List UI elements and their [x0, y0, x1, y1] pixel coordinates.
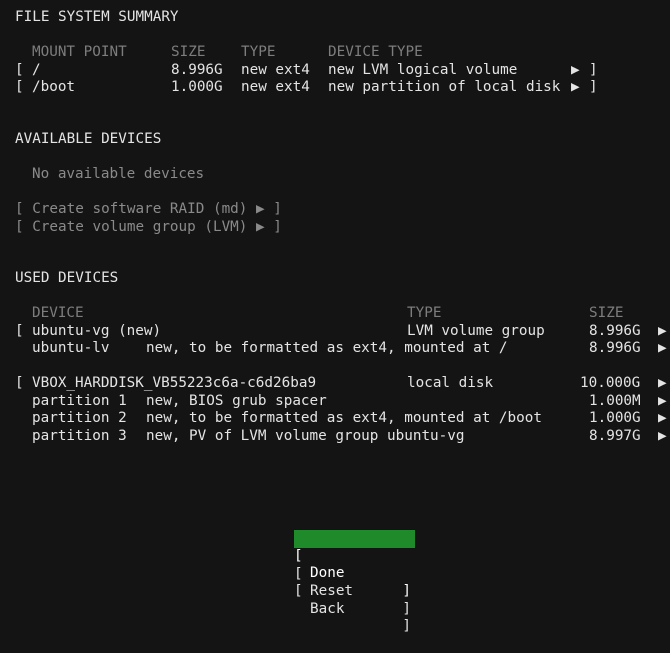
bracket-close: ] — [402, 582, 411, 599]
device-description: new, PV of LVM volume group ubuntu-vg — [146, 427, 465, 444]
mount-point: / — [32, 61, 41, 78]
bracket-open: [ — [294, 583, 303, 599]
fs-type: new ext4 — [241, 61, 310, 78]
fs-summary-title: FILE SYSTEM SUMMARY — [0, 9, 179, 27]
create-lvm-button: [ Create volume group (LVM) ▶ ] — [0, 219, 282, 237]
device-name: partition 1 — [32, 392, 127, 409]
size: 1.000G — [171, 79, 223, 95]
used-title-text: USED DEVICES — [15, 270, 119, 286]
create-lvm-label: [ Create volume group (LVM) ▶ ] — [15, 218, 282, 235]
device-description: new, to be formatted as ext4, mounted at… — [146, 340, 508, 356]
device-size: 1.000M — [589, 392, 641, 409]
col-header-device-type: DEVICE TYPE — [328, 44, 423, 60]
create-raid-label: [ Create software RAID (md) ▶ ] — [15, 201, 282, 217]
device-description: new, BIOS grub spacer — [146, 392, 327, 409]
fs-row-root[interactable]: [ / 8.996G new ext4 new LVM logical volu… — [0, 62, 670, 80]
device-size: 8.996G — [589, 340, 641, 356]
device-name: partition 2 — [32, 410, 127, 426]
row-bracket-open: [ — [15, 322, 24, 339]
col-header-size: SIZE — [589, 305, 624, 321]
device-size: 8.997G — [589, 427, 641, 444]
fs-summary-header: MOUNT POINT SIZE TYPE DEVICE TYPE — [0, 44, 423, 62]
row-bracket-open: [ — [15, 79, 24, 95]
col-header-type: TYPE — [241, 44, 276, 60]
no-devices-message: No available devices — [0, 166, 204, 184]
arrow-right-icon[interactable]: ▶ — [658, 410, 667, 428]
row-bracket-close: ] — [589, 79, 598, 95]
arrow-right-icon[interactable]: ▶ — [658, 375, 667, 393]
device-type: new LVM logical volume — [328, 61, 518, 78]
row-bracket-open: [ — [15, 61, 24, 78]
bracket-close: ] — [402, 618, 411, 634]
device-row-partition-3[interactable]: partition 3 new, PV of LVM volume group … — [0, 428, 670, 446]
device-row-ubuntu-vg[interactable]: [ ubuntu-vg (new) LVM volume group 8.996… — [0, 323, 670, 341]
col-header-size: SIZE — [171, 44, 206, 60]
col-header-mount-point: MOUNT POINT — [32, 44, 127, 60]
back-label: Back — [310, 600, 345, 617]
device-size: 8.996G — [589, 322, 641, 339]
device-size: 10.000G — [580, 375, 641, 391]
used-devices-header: DEVICE TYPE SIZE — [0, 305, 623, 323]
fs-type: new ext4 — [241, 79, 310, 95]
device-type: new partition of local disk — [328, 79, 561, 95]
device-name: ubuntu-lv — [32, 340, 110, 356]
col-header-device: DEVICE — [32, 305, 84, 321]
device-row-ubuntu-lv[interactable]: ubuntu-lv new, to be formatted as ext4, … — [0, 340, 670, 358]
fs-summary-title-text: FILE SYSTEM SUMMARY — [15, 9, 179, 25]
bracket-close: ] — [402, 600, 411, 617]
arrow-right-icon[interactable]: ▶ — [658, 393, 667, 411]
available-title-text: AVAILABLE DEVICES — [15, 131, 162, 147]
device-name: partition 3 — [32, 427, 127, 444]
device-name: ubuntu-vg (new) — [32, 322, 162, 339]
arrow-right-icon[interactable]: ▶ — [658, 323, 667, 341]
device-size: 1.000G — [589, 410, 641, 426]
used-devices-title: USED DEVICES — [0, 270, 118, 288]
mount-point: /boot — [32, 79, 76, 95]
arrow-right-icon[interactable]: ▶ — [571, 62, 580, 80]
device-name: VBOX_HARDDISK_VB55223c6a-c6d26ba9 — [32, 375, 317, 391]
device-type: local disk — [407, 375, 494, 391]
arrow-right-icon[interactable]: ▶ — [658, 428, 667, 446]
filesystem-screen: FILE SYSTEM SUMMARY MOUNT POINT SIZE TYP… — [0, 0, 670, 634]
arrow-right-icon[interactable]: ▶ — [571, 79, 580, 97]
device-row-partition-1[interactable]: partition 1 new, BIOS grub spacer 1.000M… — [0, 393, 670, 411]
create-raid-button: [ Create software RAID (md) ▶ ] — [0, 201, 282, 219]
device-description: new, to be formatted as ext4, mounted at… — [146, 410, 542, 426]
size: 8.996G — [171, 61, 223, 78]
row-bracket-open: [ — [15, 375, 24, 391]
fs-row-boot[interactable]: [ /boot 1.000G new ext4 new partition of… — [0, 79, 670, 97]
device-row-vbox-disk[interactable]: [ VBOX_HARDDISK_VB55223c6a-c6d26ba9 loca… — [0, 375, 670, 393]
row-bracket-close: ] — [589, 61, 598, 78]
device-row-partition-2[interactable]: partition 2 new, to be formatted as ext4… — [0, 410, 670, 428]
available-devices-title: AVAILABLE DEVICES — [0, 131, 161, 149]
back-button[interactable]: [ Back ] — [294, 566, 415, 634]
col-header-type: TYPE — [407, 305, 442, 321]
device-type: LVM volume group — [407, 322, 545, 339]
arrow-right-icon[interactable]: ▶ — [658, 340, 667, 358]
no-devices-text: No available devices — [32, 166, 205, 182]
reset-button[interactable]: [ Reset ] — [294, 548, 415, 617]
done-button[interactable]: [ Done ] — [294, 530, 415, 599]
